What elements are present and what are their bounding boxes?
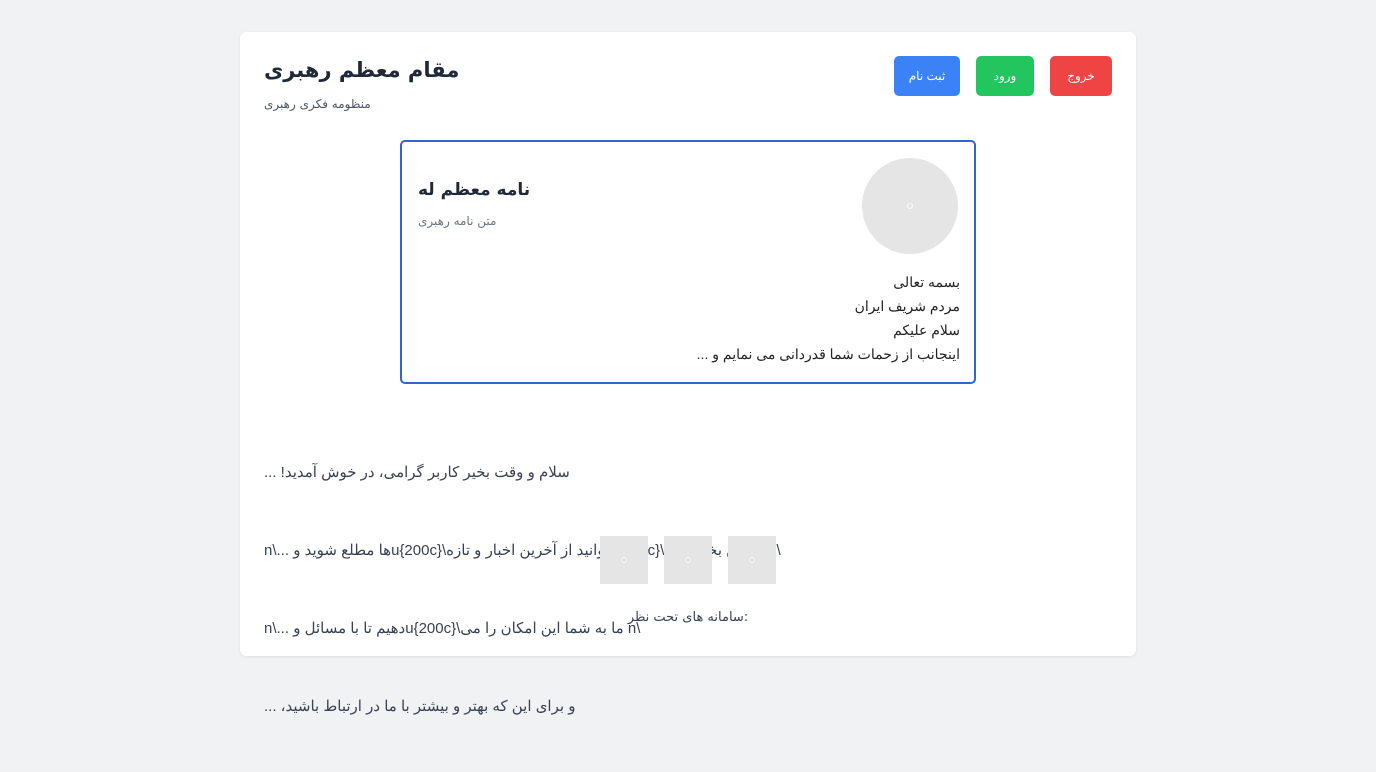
system-image-icon[interactable] — [600, 536, 648, 584]
welcome-line: ... !سلام و وقت بخیر کاربر گرامی، در خوش… — [264, 464, 570, 481]
register-button[interactable]: ثبت نام — [894, 56, 960, 96]
leader-letter-card[interactable]: نامه معظم له متن نامه رهبری بسمه تعالی م… — [400, 140, 976, 384]
letter-subtitle: متن نامه رهبری — [418, 214, 497, 228]
logout-button[interactable]: خروج — [1050, 56, 1112, 96]
welcome-line: ... ،و برای این که بهتر و بیشتر با ما در… — [264, 698, 576, 715]
letter-line: اینجانب از زحمات شما قدردانی می نمایم و … — [696, 346, 960, 362]
letter-line: بسمه تعالی — [893, 274, 960, 290]
welcome-message: ... !سلام و وقت بخیر کاربر گرامی، در خوش… — [264, 408, 781, 772]
letter-line: مردم شریف ایران — [854, 298, 960, 314]
login-button[interactable]: ورود — [976, 56, 1034, 96]
letter-body: بسمه تعالی مردم شریف ایران سلام علیکم ای… — [697, 270, 960, 366]
page-subtitle: منظومه فکری رهبری — [264, 97, 371, 111]
system-image-icon[interactable] — [664, 536, 712, 584]
system-image-icon[interactable] — [728, 536, 776, 584]
image-placeholder-icon — [862, 158, 958, 254]
page-title: مقام معظم رهبری — [264, 58, 460, 82]
main-card: مقام معظم رهبری منظومه فکری رهبری ثبت نا… — [240, 32, 1136, 715]
letter-title: نامه معظم له — [418, 180, 531, 200]
letter-line: سلام علیکم — [893, 322, 960, 338]
systems-label: :سامانه های تحت نظر — [627, 610, 749, 625]
